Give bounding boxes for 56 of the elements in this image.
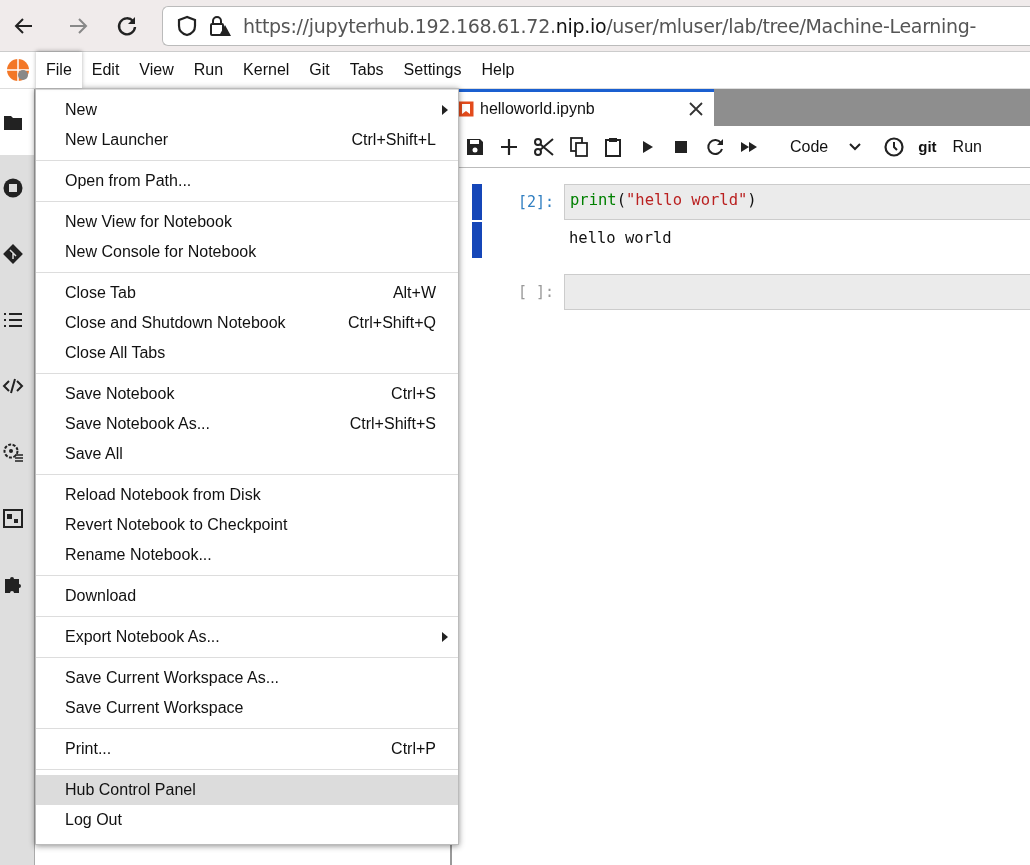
save-icon (466, 136, 484, 157)
menu-entry[interactable]: Save All (36, 439, 458, 469)
menu-entry[interactable]: Save Current Workspace (36, 693, 458, 723)
url-text: https://jupyterhub.192.168.61.72.nip.io/user/mluser/lab/tree/Machine-Learning- (243, 14, 977, 37)
cell-type-dropdown[interactable]: Code (784, 131, 869, 162)
menu-entry[interactable]: Save Notebook Ctrl+S (36, 379, 458, 409)
submenu-caret-icon (442, 105, 448, 115)
copy-icon (570, 136, 588, 157)
menu-entry[interactable]: New Launcher Ctrl+Shift+L (36, 125, 458, 155)
menu-item[interactable]: Help (471, 52, 525, 88)
cell-collapser[interactable] (472, 184, 482, 220)
widget-icon (2, 507, 24, 529)
menu-item[interactable]: Edit (81, 52, 130, 88)
menu-entry[interactable]: Save Notebook As... Ctrl+Shift+S (36, 409, 458, 439)
menu-item[interactable]: Tabs (339, 52, 394, 88)
submenu-caret-icon (442, 632, 448, 642)
refresh-icon (706, 136, 724, 157)
address-bar[interactable]: https://jupyterhub.192.168.61.72.nip.io/user/mluser/lab/tree/Machine-Learning- (162, 5, 1030, 46)
code-editor[interactable]: print("hello world") (564, 184, 1030, 220)
menu-entry[interactable]: Log Out (36, 805, 458, 835)
menu-item[interactable]: Kernel (233, 52, 300, 88)
menu-entry[interactable]: Save Current Workspace As... (36, 663, 458, 693)
menu-entry[interactable]: Open from Path... (36, 166, 458, 196)
cell-prompt: [2]: (516, 192, 555, 213)
lock-warning-icon (209, 14, 231, 37)
menu-entry[interactable]: Close and Shutdown Notebook Ctrl+Shift+Q (36, 308, 458, 338)
menu-entry[interactable]: Reload Notebook from Disk (36, 480, 458, 510)
run-button[interactable]: Run (946, 131, 988, 162)
settings-list-icon (2, 441, 24, 463)
shield-icon (177, 14, 197, 37)
menu-entry[interactable]: Rename Notebook... (36, 540, 458, 570)
menu-entry[interactable]: New Console for Notebook (36, 237, 458, 267)
scissors-icon (534, 136, 554, 157)
menu-entry[interactable]: Hub Control Panel (36, 775, 458, 805)
plus-icon (500, 136, 518, 157)
reload-icon[interactable] (116, 14, 138, 37)
menu-entry[interactable]: Close Tab Alt+W (36, 278, 458, 308)
menu-entry[interactable]: Print... Ctrl+P (36, 734, 458, 764)
menu-item[interactable]: Run (183, 52, 234, 88)
sidebar-tab[interactable] (0, 89, 34, 155)
menu-entry[interactable]: New View for Notebook (36, 207, 458, 237)
close-icon[interactable] (688, 101, 704, 117)
menu-item[interactable]: File (36, 52, 82, 88)
app-logo-icon (6, 58, 30, 82)
menu-entry[interactable]: Export Notebook As... (36, 622, 458, 652)
menu-entry[interactable]: Download (36, 581, 458, 611)
cell-output: hello world (568, 228, 673, 249)
menu-entry[interactable]: Revert Notebook to Checkpoint (36, 510, 458, 540)
menu-entry[interactable]: Close All Tabs (36, 338, 458, 368)
menu-item[interactable]: Git (299, 52, 340, 88)
menu-item[interactable]: Settings (393, 52, 472, 88)
cell-prompt: [ ]: (516, 282, 555, 303)
clipboard-icon (604, 136, 622, 157)
clock-icon (884, 136, 905, 157)
menu-item[interactable]: View (129, 52, 184, 88)
git-button[interactable]: git (912, 131, 943, 162)
